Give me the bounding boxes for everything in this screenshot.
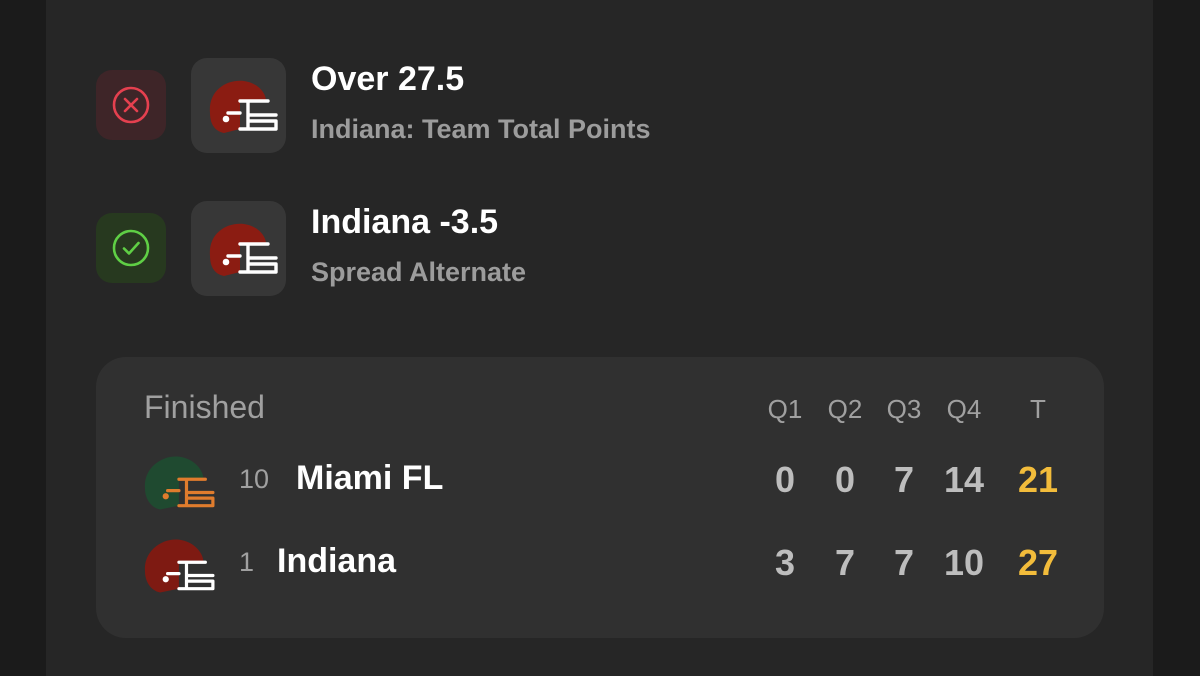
- score-q4: 14: [943, 459, 985, 500]
- team-logo-tile: [191, 58, 286, 153]
- team-row-miami: 10 Miami FL 0 0 7 14 21: [96, 449, 1104, 519]
- helmet-icon: [209, 223, 278, 276]
- header-q3: Q3: [886, 394, 922, 424]
- score-q3: 7: [893, 459, 915, 500]
- team-seed: 1: [239, 547, 255, 577]
- leg-status-lost: [96, 70, 166, 140]
- score-q1: 3: [774, 542, 796, 583]
- leg-market: Spread Alternate: [311, 257, 527, 287]
- score-total: 21: [1017, 459, 1059, 500]
- score-q3: 7: [893, 542, 915, 583]
- helmet-icon: [144, 539, 215, 593]
- bet-details-panel: Over 27.5 Indiana: Team Total Points Ind…: [46, 0, 1153, 676]
- header-total: T: [1030, 394, 1046, 424]
- game-status: Finished: [144, 389, 265, 425]
- header-q2: Q2: [827, 394, 863, 424]
- x-circle-icon: [112, 86, 150, 124]
- game-scoreboard[interactable]: Finished Q1 Q2 Q3 Q4 T 10 Miami FL 0 0 7…: [96, 357, 1104, 638]
- team-name: Miami FL: [296, 459, 444, 497]
- score-q2: 0: [834, 459, 856, 500]
- score-total: 27: [1017, 542, 1059, 583]
- team-name: Indiana: [277, 542, 397, 580]
- helmet-icon: [209, 80, 278, 133]
- score-q4: 10: [943, 542, 985, 583]
- bet-leg-spread[interactable]: Indiana -3.5 Spread Alternate: [46, 201, 1153, 301]
- leg-title: Indiana -3.5: [311, 203, 499, 241]
- helmet-icon: [144, 456, 215, 510]
- bet-leg-over[interactable]: Over 27.5 Indiana: Team Total Points: [46, 58, 1153, 158]
- team-seed: 10: [239, 464, 270, 494]
- team-logo-tile: [191, 201, 286, 296]
- header-q1: Q1: [767, 394, 803, 424]
- check-circle-icon: [112, 229, 150, 267]
- score-q1: 0: [774, 459, 796, 500]
- leg-status-won: [96, 213, 166, 283]
- header-q4: Q4: [946, 394, 982, 424]
- score-q2: 7: [834, 542, 856, 583]
- team-row-indiana: 1 Indiana 3 7 7 10 27: [96, 532, 1104, 602]
- leg-title: Over 27.5: [311, 60, 465, 98]
- leg-market: Indiana: Team Total Points: [311, 114, 651, 144]
